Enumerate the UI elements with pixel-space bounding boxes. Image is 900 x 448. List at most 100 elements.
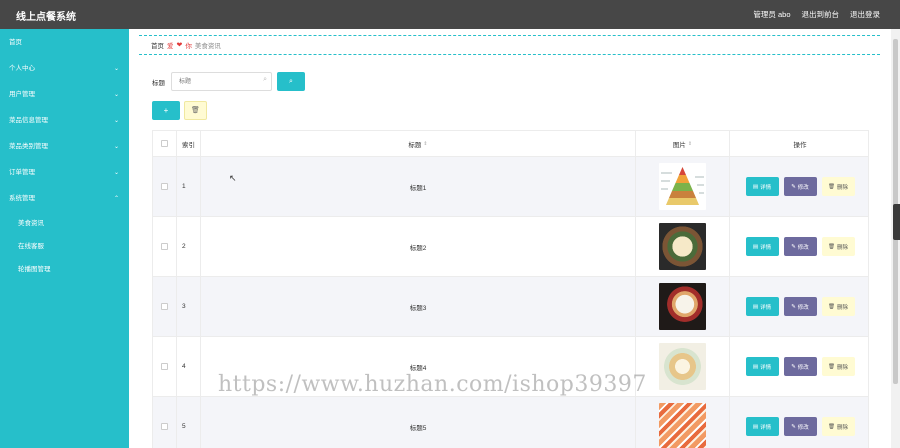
trash-icon: 🗑 — [828, 183, 835, 190]
sidebar-item-dish-category[interactable]: 菜品类别管理 ⌄ — [0, 134, 129, 160]
sidebar-subitem-food-news[interactable]: 美食资讯 — [0, 212, 129, 235]
breadcrumb: 首页 爱 ❤ 你 美食资讯 — [139, 35, 880, 55]
exit-to-front-link[interactable]: 退出到前台 — [802, 9, 840, 20]
row-checkbox[interactable] — [161, 423, 168, 430]
header-image[interactable]: 图片 ⇕ — [636, 131, 730, 156]
chevron-down-icon: ⌄ — [113, 92, 119, 98]
sidebar-item-label: 个人中心 — [9, 65, 35, 72]
row-title: 标题2 — [201, 217, 636, 276]
edit-label: 修改 — [797, 364, 809, 371]
row-index: 4 — [177, 337, 201, 396]
row-index: 3 — [177, 277, 201, 336]
edit-button[interactable]: ✎ 修改 — [783, 177, 817, 196]
admin-user-label[interactable]: 管理员 abo — [753, 9, 790, 20]
edit-label: 修改 — [797, 424, 809, 431]
detail-button[interactable]: ▤ 详情 — [745, 237, 779, 256]
search-input[interactable] — [172, 73, 252, 90]
trash-icon: 🗑 — [828, 303, 835, 310]
sort-icon: ⇕ — [687, 140, 693, 147]
delete-button[interactable]: 🗑 删除 — [821, 357, 855, 376]
row-index: 5 — [177, 397, 201, 448]
table-row: 1 标题1 ▤ 详情 ✎ 修改 🗑 删除 — [153, 157, 868, 217]
breakfast-plate-image — [659, 283, 706, 330]
detail-label: 详情 — [760, 424, 772, 431]
delete-label: 删除 — [836, 244, 848, 251]
sidebar-item-system[interactable]: 系统管理 ⌃ — [0, 186, 129, 212]
detail-button[interactable]: ▤ 详情 — [745, 177, 779, 196]
edit-label: 修改 — [797, 304, 809, 311]
row-title: 标题3 — [201, 277, 636, 336]
mouse-cursor-icon: ↖ — [229, 173, 237, 183]
sidebar-item-home[interactable]: 首页 — [0, 30, 129, 56]
edit-button[interactable]: ✎ 修改 — [783, 237, 817, 256]
side-float-tab[interactable] — [893, 204, 900, 240]
row-checkbox[interactable] — [161, 243, 168, 250]
row-checkbox[interactable] — [161, 303, 168, 310]
pencil-icon: ✎ — [791, 363, 796, 370]
edit-button[interactable]: ✎ 修改 — [783, 297, 817, 316]
sushi-platter-image — [659, 403, 706, 448]
row-checkbox[interactable] — [161, 183, 168, 190]
sort-icon: ⇕ — [423, 140, 428, 147]
detail-label: 详情 — [760, 364, 772, 371]
header-title-label: 标题 — [408, 141, 422, 149]
detail-label: 详情 — [760, 184, 772, 191]
pencil-icon: ✎ — [791, 183, 796, 190]
heart-icon: ❤ — [176, 42, 183, 49]
sidebar-subitem-carousel[interactable]: 轮播图管理 — [0, 258, 129, 281]
row-title: 标题4 — [201, 337, 636, 396]
search-icon: ⌕ — [289, 78, 293, 85]
sidebar-item-dish-info[interactable]: 菜品信息管理 ⌄ — [0, 108, 129, 134]
sidebar-item-label: 订单管理 — [9, 169, 35, 176]
delete-button[interactable]: 🗑 删除 — [821, 297, 855, 316]
food-pyramid-image — [659, 163, 706, 210]
pencil-icon: ✎ — [791, 303, 796, 310]
sidebar: 首页 个人中心 ⌄ 用户管理 ⌄ 菜品信息管理 ⌄ 菜品类别管理 ⌄ 订单管理 … — [0, 29, 129, 448]
chevron-down-icon: ⌄ — [113, 66, 119, 72]
trash-icon: 🗑 — [828, 243, 835, 250]
add-button[interactable]: + — [152, 101, 180, 120]
detail-label: 详情 — [760, 244, 772, 251]
select-all-checkbox[interactable] — [161, 140, 168, 147]
header-ops: 操作 — [793, 141, 807, 149]
detail-button[interactable]: ▤ 详情 — [745, 357, 779, 376]
document-icon: ▤ — [752, 243, 759, 250]
trash-icon: 🗑 — [828, 423, 835, 430]
main-content: 首页 爱❤你 美食资讯 标题 ⌕ ⌕ + 🗑 索引 标题⇕ 图片⇕ 操作 1 标 — [129, 29, 891, 448]
logout-link[interactable]: 退出登录 — [850, 9, 880, 20]
sidebar-item-personal-center[interactable]: 个人中心 ⌄ — [0, 56, 129, 82]
delete-button[interactable]: 🗑 删除 — [821, 177, 855, 196]
edit-label: 修改 — [797, 244, 809, 251]
app-title: 线上点餐系统 — [16, 12, 76, 23]
document-icon: ▤ — [752, 183, 759, 190]
pencil-icon: ✎ — [791, 423, 796, 430]
delete-button[interactable]: 🗑 删除 — [821, 237, 855, 256]
document-icon: ▤ — [752, 423, 759, 430]
edit-button[interactable]: ✎ 修改 — [783, 357, 817, 376]
table-row: 2 标题2 ▤ 详情 ✎ 修改 🗑 删除 — [153, 217, 868, 277]
sidebar-item-orders[interactable]: 订单管理 ⌄ — [0, 160, 129, 186]
delete-label: 删除 — [836, 184, 848, 191]
pastry-plate-image — [659, 343, 706, 390]
table-row: 3 标题3 ▤ 详情 ✎ 修改 🗑 删除 — [153, 277, 868, 337]
edit-label: 修改 — [797, 184, 809, 191]
header-title[interactable]: 标题 ⇕ — [201, 131, 636, 156]
chevron-up-icon: ⌃ — [113, 196, 119, 202]
edit-button[interactable]: ✎ 修改 — [783, 417, 817, 436]
delete-button[interactable]: 🗑 删除 — [821, 417, 855, 436]
delete-label: 删除 — [836, 304, 848, 311]
breadcrumb-home[interactable]: 首页 — [151, 40, 164, 50]
sidebar-subitem-online-service[interactable]: 在线客服 — [0, 235, 129, 258]
delete-label: 删除 — [836, 424, 848, 431]
sidebar-item-user-management[interactable]: 用户管理 ⌄ — [0, 82, 129, 108]
batch-delete-button[interactable]: 🗑 — [184, 101, 207, 120]
search-button[interactable]: ⌕ — [277, 72, 305, 91]
detail-button[interactable]: ▤ 详情 — [745, 417, 779, 436]
document-icon: ▤ — [752, 303, 759, 310]
detail-button[interactable]: ▤ 详情 — [745, 297, 779, 316]
sidebar-item-label: 菜品类别管理 — [9, 143, 48, 150]
table-row: 4 标题4 ▤ 详情 ✎ 修改 🗑 删除 — [153, 337, 868, 397]
row-index: 2 — [177, 217, 201, 276]
row-checkbox[interactable] — [161, 363, 168, 370]
row-index: 1 — [177, 157, 201, 216]
